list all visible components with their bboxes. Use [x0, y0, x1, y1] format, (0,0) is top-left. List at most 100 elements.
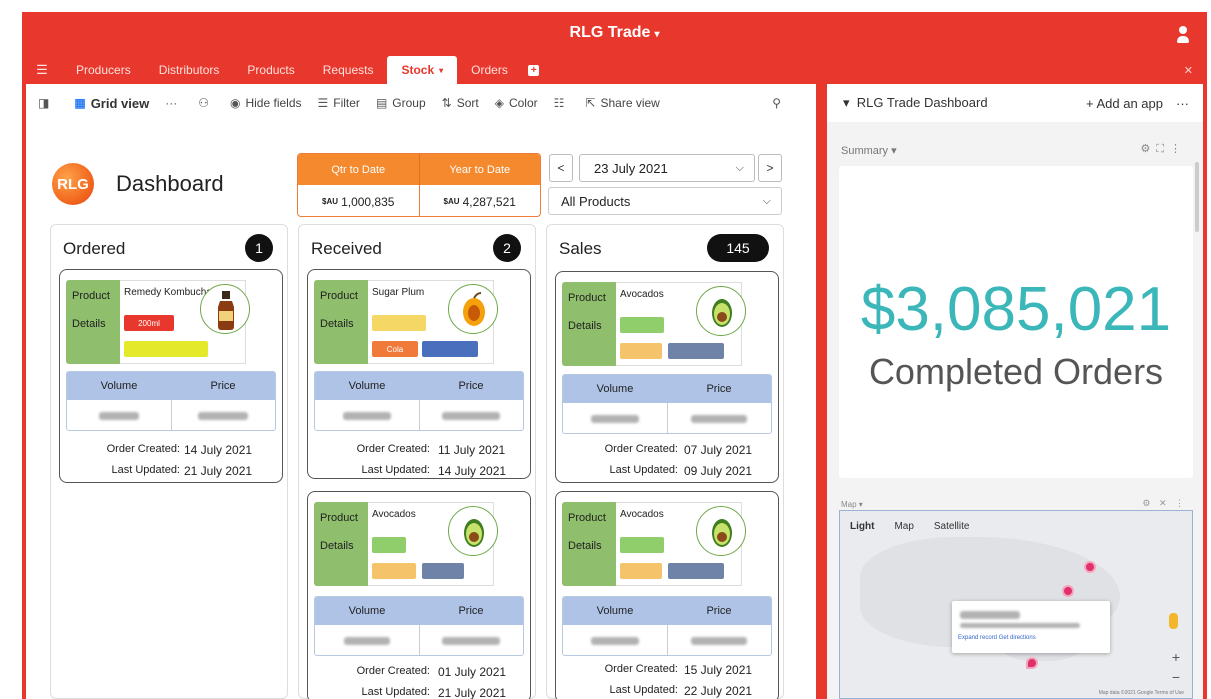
currency-label: $AU: [443, 197, 460, 206]
summary-card: $3,085,021 Completed Orders: [839, 166, 1193, 478]
top-bar: RLG Trade ▾ ☰ Producers Distributors Prod…: [22, 12, 1207, 84]
street-view-icon[interactable]: [1169, 613, 1178, 629]
year-to-date-label: Year to Date: [418, 154, 541, 185]
close-icon[interactable]: ✕: [1184, 64, 1193, 77]
order-created-value: 14 July 2021: [184, 443, 253, 457]
tab-stock[interactable]: Stock ▾: [387, 56, 458, 84]
map-tab-satellite[interactable]: Satellite: [924, 521, 980, 532]
count-badge: 2: [493, 234, 521, 262]
add-table-button[interactable]: +: [522, 56, 546, 84]
stock-card[interactable]: Product Details Sugar Plum Cola Volume Pr…: [307, 269, 531, 479]
panel-divider[interactable]: [816, 84, 827, 699]
last-updated-label: Last Updated:: [361, 686, 431, 698]
row-height-icon[interactable]: ☷: [554, 96, 570, 110]
collaborators-icon[interactable]: ⚇: [198, 96, 214, 110]
map-tab-map[interactable]: Map: [884, 521, 923, 532]
detail-chip: [620, 563, 662, 579]
map-view[interactable]: Light Map Satellite Expand record Get di…: [839, 510, 1193, 699]
hamburger-menu-icon[interactable]: ☰: [22, 56, 62, 84]
hide-fields-button[interactable]: ◉ Hide fields: [230, 96, 302, 110]
next-date-button[interactable]: >: [758, 154, 782, 182]
details-label: Details: [568, 320, 602, 332]
tab-producers[interactable]: Producers: [62, 56, 145, 84]
map-marker-icon[interactable]: [1062, 585, 1074, 597]
product-name: Avocados: [372, 509, 416, 520]
table-tabs: ☰ Producers Distributors Products Reques…: [22, 56, 546, 84]
tab-distributors[interactable]: Distributors: [145, 56, 234, 84]
zoom-out-button[interactable]: −: [1172, 669, 1180, 685]
title-caret-icon[interactable]: ▾: [654, 29, 659, 40]
count-badge: 1: [245, 234, 273, 262]
stock-card[interactable]: Product Details Avocados Volume Price Ord…: [555, 491, 779, 699]
more-options-icon[interactable]: ···: [1176, 96, 1189, 111]
zoom-in-button[interactable]: +: [1172, 649, 1180, 665]
kombucha-bottle-icon: [200, 284, 250, 334]
plus-icon: +: [528, 64, 540, 76]
summary-settings-icons[interactable]: ⚙⛶⋮: [1140, 142, 1187, 156]
detail-chip: [620, 537, 664, 553]
order-created-value: 01 July 2021: [438, 665, 507, 679]
column-sales: Sales 145 Product Details Avocados Volum…: [546, 224, 784, 699]
chevron-down-icon: ⌵: [762, 194, 771, 207]
panel-scrollbar[interactable]: [1195, 162, 1199, 232]
collapse-caret-icon[interactable]: ▾: [843, 95, 850, 110]
year-value: 4,287,521: [462, 194, 516, 209]
stock-card[interactable]: Product Details Remedy Kombucha 200ml Vo…: [59, 269, 283, 483]
sidebar-toggle-icon[interactable]: ◨: [38, 96, 54, 110]
product-name: Avocados: [620, 509, 664, 520]
group-label: Group: [392, 96, 426, 110]
stock-card[interactable]: Product Details Avocados Volume Price Ord…: [555, 271, 779, 483]
product-filter-select[interactable]: All Products ⌵: [548, 187, 782, 215]
avocado-icon: [696, 506, 746, 556]
share-icon: ⇱: [585, 96, 596, 110]
stock-card[interactable]: Product Details Avocados Volume Price Ord…: [307, 491, 531, 699]
plum-icon: [448, 284, 498, 334]
share-view-button[interactable]: ⇱ Share view: [585, 96, 659, 110]
share-view-label: Share view: [600, 96, 660, 110]
column-received: Received 2 Product Details Sugar Plum Co…: [298, 224, 536, 699]
hide-fields-label: Hide fields: [245, 96, 302, 110]
detail-chip: [668, 343, 724, 359]
map-marker-icon[interactable]: [1084, 561, 1096, 573]
map-settings-icons[interactable]: ⚙ ✕ ⋮: [1142, 498, 1187, 509]
date-select[interactable]: 23 July 2021 ⌵: [579, 154, 755, 182]
volume-price-table: Volume Price: [562, 596, 772, 656]
eye-icon: ◉: [229, 96, 241, 110]
group-button[interactable]: ▤ Group: [376, 96, 426, 110]
price-header: Price: [458, 605, 484, 617]
volume-value: [67, 400, 171, 430]
detail-chip: [124, 341, 208, 357]
flavour-chip: Cola: [372, 341, 418, 357]
dashboard-panel-title[interactable]: ▾ RLG Trade Dashboard: [843, 95, 988, 111]
count-badge: 145: [707, 234, 769, 262]
paint-bucket-icon: ◈: [494, 96, 504, 110]
column-title: Ordered: [63, 239, 126, 258]
product-label: Product: [320, 290, 358, 302]
map-tab-light[interactable]: Light: [840, 521, 884, 532]
account-icon[interactable]: [1177, 26, 1189, 44]
map-app-label[interactable]: Map ▾: [841, 500, 863, 509]
grid-icon: ▦: [74, 96, 86, 110]
map-marker-icon[interactable]: [1026, 657, 1038, 669]
app-window: RLG Trade ▾ ☰ Producers Distributors Prod…: [0, 0, 1211, 699]
size-chip: 200ml: [124, 315, 174, 331]
tab-orders[interactable]: Orders: [457, 56, 522, 84]
app-title[interactable]: RLG Trade ▾: [22, 24, 1207, 42]
previous-date-button[interactable]: <: [549, 154, 573, 182]
chevron-down-icon[interactable]: ▾: [439, 66, 443, 75]
summary-app-label[interactable]: Summary ▾: [841, 144, 897, 157]
tab-requests[interactable]: Requests: [309, 56, 388, 84]
popup-links[interactable]: Expand record Get directions: [958, 635, 1036, 641]
tab-products[interactable]: Products: [233, 56, 308, 84]
grid-view-button[interactable]: ▦ Grid view: [74, 96, 149, 111]
add-app-button[interactable]: + Add an app: [1086, 96, 1163, 111]
search-icon[interactable]: ⚲: [772, 96, 786, 110]
color-button[interactable]: ◈ Color: [495, 96, 538, 110]
more-options-icon[interactable]: ···: [165, 96, 182, 110]
filter-button[interactable]: ☰ Filter: [318, 96, 360, 110]
sort-button[interactable]: ⇅ Sort: [442, 96, 479, 110]
detail-chip: [422, 341, 478, 357]
order-created-label: Order Created:: [604, 663, 678, 675]
detail-chip: [372, 537, 406, 553]
product-details-box: Product Details Avocados: [314, 502, 498, 586]
